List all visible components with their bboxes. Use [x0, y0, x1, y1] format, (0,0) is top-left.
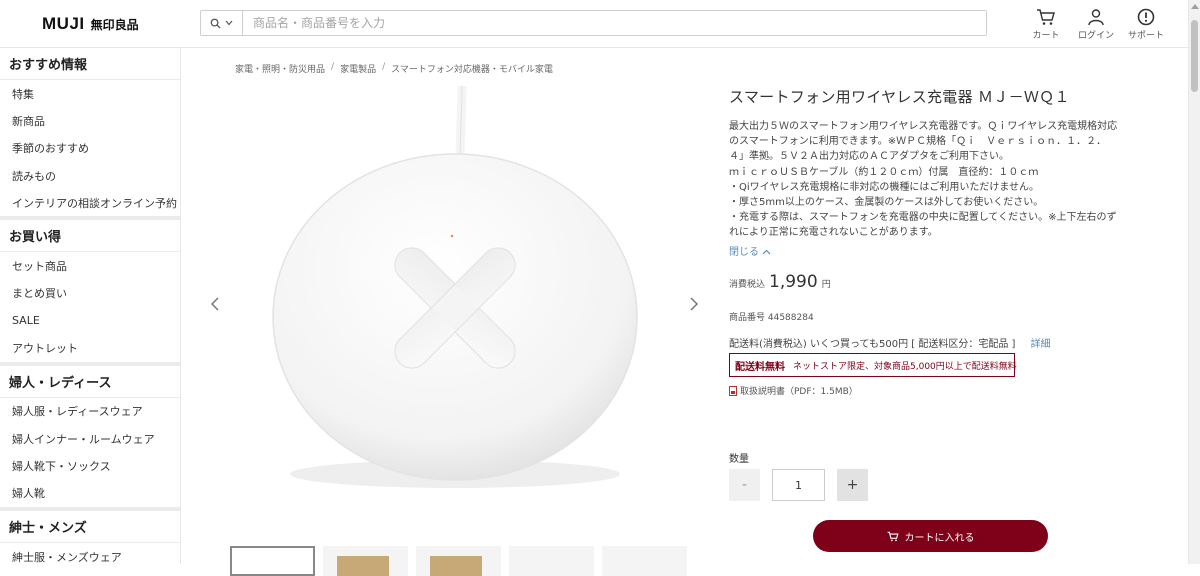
description-line: ４」準拠。５Ｖ２Ａ出力対応のＡＣアダプタをご利用下さい。 [729, 151, 1009, 163]
search-icon [210, 18, 221, 29]
cart-button[interactable]: カート [1021, 8, 1071, 41]
sidebar-item-womens-socks[interactable]: 婦人靴下・ソックス [0, 452, 180, 479]
page-scrollbar[interactable] [1188, 0, 1200, 564]
cart-icon [1037, 9, 1055, 25]
site-header: MUJI 無印良品 カート ログイン サポート [0, 0, 1188, 48]
breadcrumb-item[interactable]: スマートフォン対応機器・モバイル家電 [391, 62, 553, 75]
sidebar-item-bulk[interactable]: まとめ買い [0, 280, 180, 307]
description-line: 最大出力５Ｗのスマートフォン用ワイヤレス充電器です。Ｑｉワイヤレス充電規格対応 [729, 121, 1118, 132]
chevron-left-icon [210, 297, 219, 311]
quantity-input[interactable] [772, 469, 825, 501]
tax-label: 消費税込 [729, 280, 766, 290]
product-gallery [200, 85, 710, 536]
product-number: 商品番号 44588284 [729, 313, 814, 323]
cart-icon [887, 531, 899, 541]
login-label: ログイン [1077, 31, 1114, 41]
sidebar-item-mens-wear[interactable]: 紳士服・メンズウェア [0, 543, 180, 564]
sidebar-item-sale[interactable]: SALE [0, 307, 180, 334]
sidebar-section-title[interactable]: 紳士・メンズ [0, 511, 180, 543]
chevron-up-icon [762, 249, 771, 255]
description-line: ・Qiワイヤレス充電規格に非対応の機種にはご利用いただけません。 [729, 181, 1040, 193]
scroll-thumb[interactable] [1191, 20, 1198, 92]
description-line: のスマートフォンに利用できます。※ＷＰＣ規格「Ｑｉ Ｖｅｒｓｉｏｎ．１．２． [729, 136, 1107, 148]
sidebar-section-title[interactable]: おすすめ情報 [0, 48, 180, 80]
thumbnail-image [337, 556, 389, 576]
price: 1,990 [769, 272, 818, 292]
thumbnail[interactable] [230, 546, 315, 576]
category-sidebar: おすすめ情報 特集 新商品 季節のおすすめ 読みもの インテリアの相談オンライン… [0, 48, 181, 564]
sidebar-item-womens-inner[interactable]: 婦人インナー・ルームウェア [0, 425, 180, 452]
chevron-right-icon [690, 297, 699, 311]
support-label: サポート [1127, 31, 1164, 41]
shipping-text: 配送料(消費税込) いくつ買っても500円 [ 配送料区分：宅配品 ] [729, 339, 1016, 350]
shipping-detail-link[interactable]: 詳細 [1031, 339, 1051, 350]
description-line: れにより正常に充電されないことがあります。 [729, 227, 938, 239]
pdf-icon [729, 385, 737, 396]
manual-link[interactable]: 取扱説明書（PDF：1.5MB） [729, 384, 858, 397]
thumbnail[interactable] [323, 546, 408, 576]
logo-text-jp: 無印良品 [90, 18, 139, 32]
next-image-arrow[interactable] [689, 296, 699, 316]
user-icon [1088, 9, 1104, 26]
quantity-stepper: - + [729, 469, 868, 501]
sidebar-item-reading[interactable]: 読みもの [0, 162, 180, 189]
add-to-cart-label: カートに入れる [904, 532, 975, 544]
sidebar-item-outlet[interactable]: アウトレット [0, 334, 180, 361]
sidebar-item-set[interactable]: セット商品 [0, 252, 180, 279]
product-detail: スマートフォン用ワイヤレス充電器 ＭＪ－ＷＱ１ 最大出力５Ｗのスマートフォン用ワ… [729, 86, 1129, 501]
price-row: 消費税込 1,990 円 [729, 272, 831, 292]
quantity-plus-button[interactable]: + [837, 469, 868, 501]
muji-logo[interactable]: MUJI 無印良品 [42, 14, 139, 34]
sidebar-item-interior-consult[interactable]: インテリアの相談オンライン予約 [0, 189, 180, 216]
sidebar-item-new[interactable]: 新商品 [0, 107, 180, 134]
currency: 円 [821, 280, 831, 290]
sidebar-item-feature[interactable]: 特集 [0, 80, 180, 107]
close-description-link[interactable]: 閉じる [729, 243, 1129, 258]
breadcrumb-separator: / [382, 62, 386, 72]
sidebar-item-womens-shoes[interactable]: 婦人靴 [0, 480, 180, 507]
breadcrumb-item[interactable]: 家電製品 [340, 62, 376, 75]
search-bar [200, 10, 987, 36]
free-shipping-note: ネットストア限定、対象商品5,000円以上で配送料無料 [793, 361, 1017, 372]
thumbnail-strip [230, 546, 687, 576]
scroll-up-arrow[interactable] [1191, 4, 1199, 9]
description-line: ｍｉｃｒｏＵＳＢケーブル（約１２０ｃｍ）付属 直径約：１０ｃｍ [729, 166, 1039, 178]
thumbnail[interactable] [602, 546, 687, 576]
search-input[interactable] [243, 11, 986, 35]
product-description: 最大出力５Ｗのスマートフォン用ワイヤレス充電器です。Ｑｉワイヤレス充電規格対応 … [729, 119, 1129, 241]
free-shipping-banner: 配送料無料 ネットストア限定、対象商品5,000円以上で配送料無料 [729, 353, 1017, 377]
cart-label: カート [1032, 31, 1060, 41]
info-circle-icon [1137, 8, 1155, 26]
thumbnail-image [430, 556, 482, 576]
product-image [272, 85, 638, 488]
quantity-minus-button[interactable]: - [729, 469, 760, 501]
login-button[interactable]: ログイン [1071, 8, 1121, 41]
shipping-info: 配送料(消費税込) いくつ買っても500円 [ 配送料区分：宅配品 ] 詳細 [729, 335, 1051, 350]
chevron-down-icon [225, 20, 233, 26]
sidebar-item-womens-wear[interactable]: 婦人服・レディースウェア [0, 398, 180, 425]
search-type-dropdown[interactable] [201, 11, 243, 35]
breadcrumb-item[interactable]: 家電・照明・防災用品 [235, 62, 325, 75]
breadcrumb-separator: / [331, 62, 335, 72]
thumbnail[interactable] [416, 546, 501, 576]
add-to-cart-button[interactable]: カートに入れる [813, 520, 1048, 552]
manual-label: 取扱説明書（PDF：1.5MB） [740, 387, 858, 397]
sidebar-section-title[interactable]: 婦人・レディース [0, 366, 180, 398]
breadcrumb: 家電・照明・防災用品 / 家電製品 / スマートフォン対応機器・モバイル家電 [235, 62, 553, 75]
thumbnail[interactable] [509, 546, 594, 576]
close-label: 閉じる [729, 246, 759, 258]
logo-text-en: MUJI [42, 14, 85, 33]
quantity-label: 数量 [729, 454, 749, 465]
support-button[interactable]: サポート [1121, 8, 1171, 41]
prev-image-arrow[interactable] [210, 296, 220, 316]
product-title: スマートフォン用ワイヤレス充電器 ＭＪ－ＷＱ１ [729, 88, 1070, 106]
sidebar-item-seasonal[interactable]: 季節のおすすめ [0, 135, 180, 162]
sidebar-section-title[interactable]: お買い得 [0, 220, 180, 253]
description-line: ・充電する際は、スマートフォンを充電器の中央に配置してください。※上下左右のず [729, 212, 1117, 224]
free-shipping-badge: 配送料無料 [735, 361, 785, 373]
description-line: ・厚さ5mm以上のケース、金属製のケースは外してお使いください。 [729, 197, 1044, 209]
